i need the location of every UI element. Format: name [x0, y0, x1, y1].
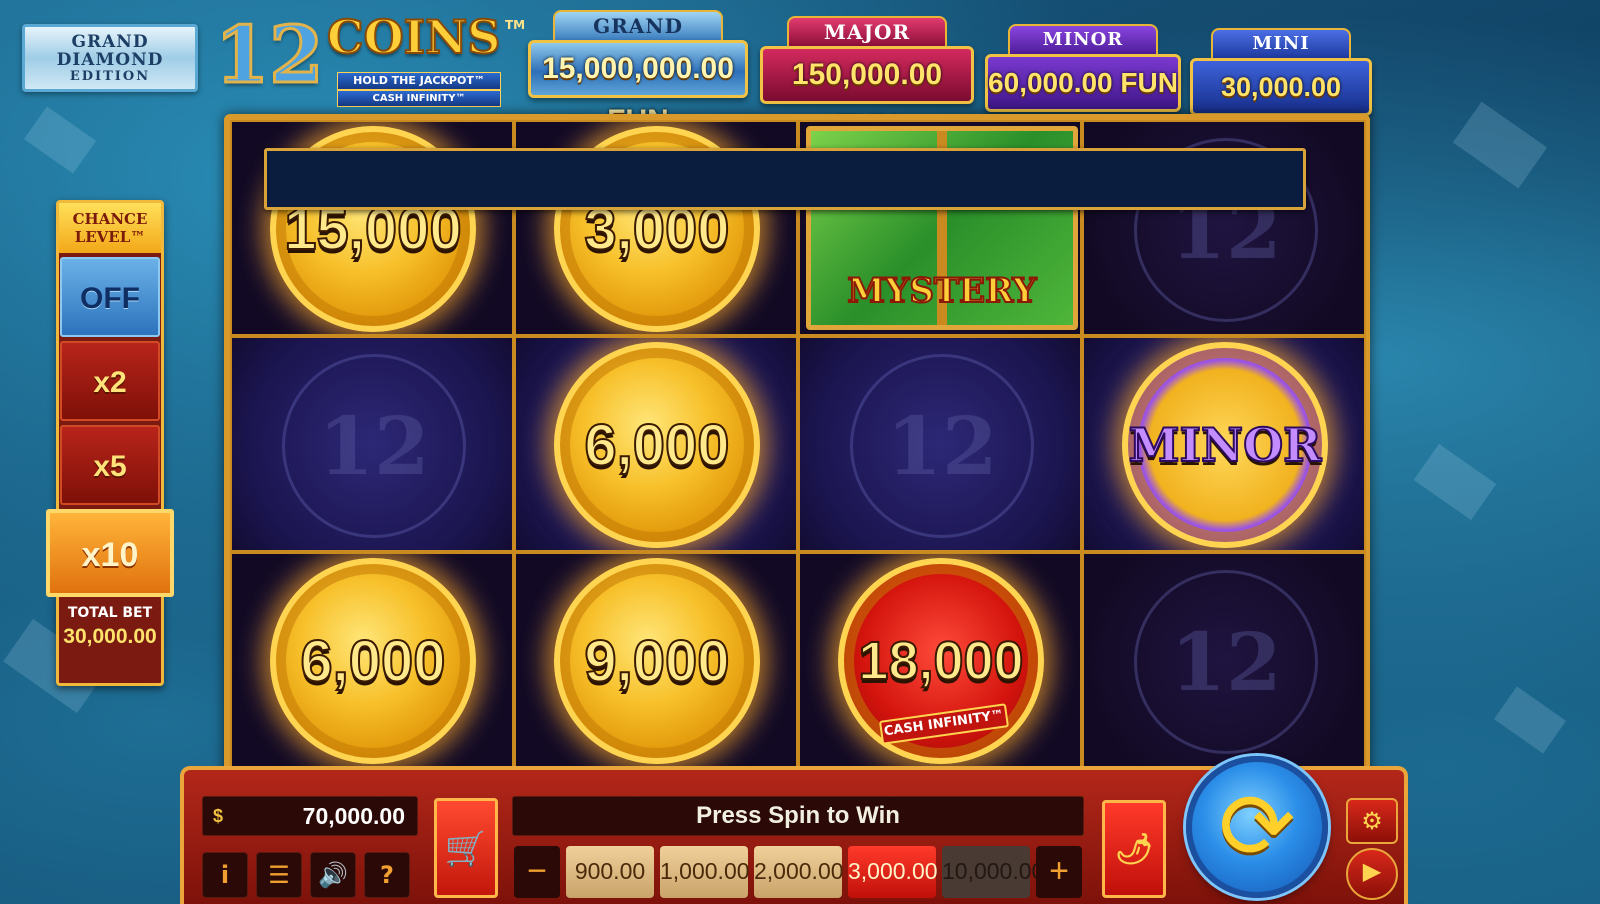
ice-shard: [23, 106, 97, 174]
reel-cell: 9,000: [514, 552, 798, 768]
jackpot-mini: MINI 30,000.00 FUN: [1190, 28, 1372, 154]
reel-cell: 6,000: [514, 336, 798, 552]
jackpot-grand: GRAND 15,000,000.00 FUN: [528, 10, 748, 137]
jackpot-minor-value: 60,000.00 FUN: [985, 54, 1181, 112]
logo-edition-line1: GRAND: [71, 31, 149, 52]
settings-button[interactable]: ⚙: [1346, 798, 1398, 844]
jackpot-minor-label: MINOR: [1008, 24, 1158, 54]
ice-shard: [1452, 101, 1548, 189]
balance-display: $ 70,000.00: [202, 796, 418, 836]
bet-option[interactable]: 2,000.00: [754, 846, 844, 898]
menu-button[interactable]: ☰: [256, 852, 302, 898]
balance-value: 70,000.00: [302, 803, 405, 829]
ice-shard: [1493, 686, 1567, 754]
reel-cell: 18,000 CASH INFINITY™: [798, 552, 1082, 768]
menu-icon: ☰: [268, 861, 290, 889]
jackpot-mini-label: MINI: [1211, 28, 1351, 58]
logo-subtitle-cash: CASH INFINITY™: [337, 90, 501, 107]
logo-trademark: TM: [505, 18, 526, 32]
chance-level-panel: CHANCE LEVEL™ OFF x2 x5 x10 TOTAL BET 30…: [46, 200, 174, 686]
chili-pepper-icon: 🌶: [1114, 832, 1154, 867]
logo-number: 12: [214, 10, 326, 101]
logo-subtitle-jackpot: HOLD THE JACKPOT™: [337, 72, 501, 90]
bet-option[interactable]: 900.00: [566, 846, 654, 898]
coin-value: 9,000: [583, 628, 730, 695]
chance-level-x10-button[interactable]: x10: [46, 509, 174, 597]
chance-level-x2-button[interactable]: x2: [60, 341, 160, 421]
spin-arrows-icon: ⟳: [1218, 773, 1296, 880]
chance-level-x5-button[interactable]: x5: [60, 425, 160, 505]
bet-increase-button[interactable]: +: [1036, 846, 1082, 898]
coin-value: 6,000: [299, 628, 446, 695]
info-button[interactable]: i: [202, 852, 248, 898]
reel-cell: 12: [230, 336, 514, 552]
coin-value: 6,000: [583, 412, 730, 479]
reel-cell: MINOR: [1082, 336, 1366, 552]
chance-level-title: CHANCE LEVEL™: [59, 203, 161, 253]
coin-value: 18,000: [857, 630, 1024, 692]
money-bag-icon: $: [213, 806, 224, 826]
blank-emblem: 12: [282, 354, 466, 538]
reel-grid: 15,000 3,000 MYSTERY 12 12 6,000 12 MINO…: [224, 114, 1370, 778]
cash-infinity-ribbon: CASH INFINITY™: [878, 703, 1010, 745]
help-icon: ?: [380, 861, 394, 889]
reel-cell: 6,000: [230, 552, 514, 768]
ice-shard: [1413, 443, 1497, 521]
total-bet-value: 30,000.00: [63, 625, 157, 648]
jackpot-mini-value: 30,000.00 FUN: [1190, 58, 1372, 154]
jackpot-major-label: MAJOR: [787, 16, 947, 46]
autoplay-button[interactable]: ▶: [1346, 848, 1398, 900]
settings-icon: ⚙: [1361, 807, 1383, 835]
jackpot-grand-value: 15,000,000.00 FUN: [528, 40, 748, 137]
grand-diamond-edition-logo: GRAND DIAMOND EDITION: [22, 24, 198, 92]
chance-level-off-button[interactable]: OFF: [60, 257, 160, 337]
coin-label: MINOR: [1128, 417, 1323, 473]
sound-icon: 🔊: [318, 861, 348, 889]
status-message: Press Spin to Win: [512, 796, 1084, 836]
jackpot-major-value: 150,000.00 FUN: [760, 46, 974, 143]
blank-emblem: 12: [850, 354, 1034, 538]
bet-option[interactable]: 1,000.00: [660, 846, 750, 898]
minor-jackpot-coin: MINOR: [1122, 342, 1328, 548]
mystery-label: MYSTERY: [846, 270, 1037, 312]
reel-cell: 12: [798, 336, 1082, 552]
reel-cell: 12: [1082, 552, 1366, 768]
help-button[interactable]: ?: [364, 852, 410, 898]
logo-word: COINS: [326, 10, 501, 64]
jackpot-minor: MINOR 60,000.00 FUN: [985, 24, 1181, 112]
coin-symbol: 9,000: [554, 558, 760, 764]
shop-button[interactable]: 🛒: [434, 798, 498, 898]
turbo-button[interactable]: 🌶: [1102, 800, 1166, 898]
cash-infinity-coin: 18,000 CASH INFINITY™: [838, 558, 1044, 764]
shopping-cart-icon: 🛒: [444, 829, 488, 869]
autoplay-icon: ▶: [1362, 857, 1382, 885]
coin-symbol: 6,000: [270, 558, 476, 764]
logo-edition-line3: EDITION: [69, 68, 151, 84]
bet-option-disabled: 10,000.00: [942, 846, 1044, 898]
info-icon: i: [220, 861, 230, 889]
logo-edition-line2: DIAMOND: [56, 49, 164, 70]
jackpot-grand-label: GRAND: [553, 10, 723, 40]
game-logo: 12 COINS TM HOLD THE JACKPOT™ CASH INFIN…: [214, 10, 535, 107]
bet-option-selected[interactable]: 3,000.00: [848, 846, 938, 898]
spin-button[interactable]: ⟳: [1186, 756, 1328, 898]
jackpot-major: MAJOR 150,000.00 FUN: [760, 16, 974, 143]
coin-symbol: 6,000: [554, 342, 760, 548]
bet-decrease-button[interactable]: −: [514, 846, 560, 898]
message-banner: [264, 148, 1306, 210]
sound-button[interactable]: 🔊: [310, 852, 356, 898]
total-bet-label: TOTAL BET: [67, 605, 153, 621]
blank-emblem: 12: [1134, 570, 1318, 754]
